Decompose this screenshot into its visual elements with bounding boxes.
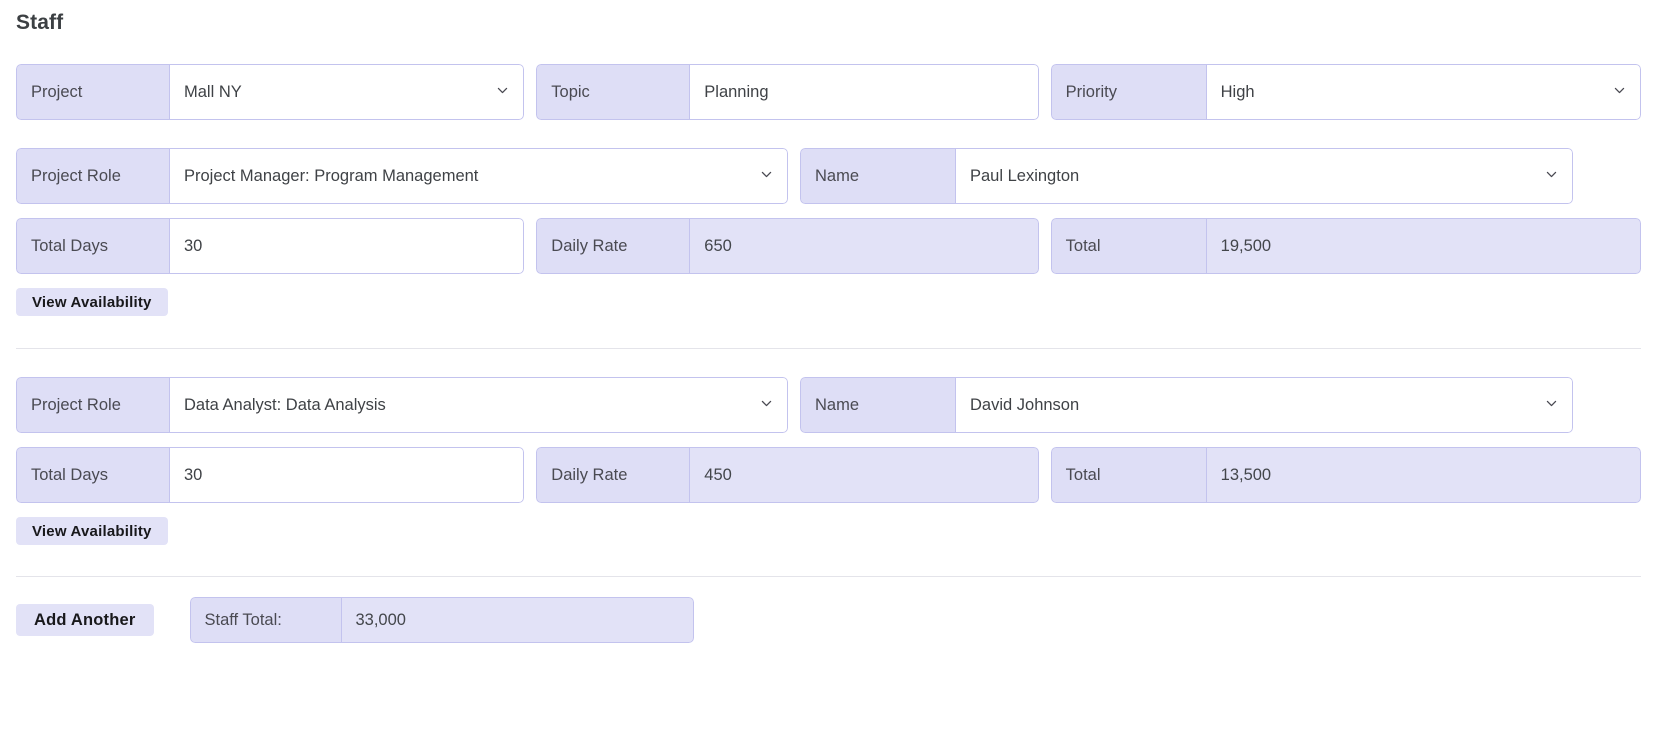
staff-total-label: Staff Total: bbox=[189, 597, 341, 643]
line-total-value-cell: 19,500 bbox=[1205, 218, 1641, 274]
topic-value: Planning bbox=[704, 82, 769, 101]
daily-rate-field: Daily Rate 650 bbox=[536, 218, 1039, 274]
line-total-label: Total bbox=[1050, 218, 1206, 274]
staff-name-select[interactable]: David Johnson bbox=[955, 377, 1573, 433]
add-another-button[interactable]: Add Another bbox=[16, 604, 154, 636]
topic-field[interactable]: Topic Planning bbox=[536, 64, 1039, 120]
line-total-field: Total 13,500 bbox=[1050, 447, 1641, 503]
project-role-field[interactable]: Project Role Data Analyst: Data Analysis bbox=[16, 377, 788, 433]
total-days-input[interactable]: 30 bbox=[169, 447, 525, 503]
staff-total-value: 33,000 bbox=[355, 610, 406, 629]
line-total-value-cell: 13,500 bbox=[1205, 447, 1641, 503]
project-select[interactable]: Mall NY bbox=[169, 64, 525, 120]
daily-rate-label: Daily Rate bbox=[536, 447, 690, 503]
line-total-label: Total bbox=[1050, 447, 1206, 503]
chevron-down-icon bbox=[760, 168, 773, 181]
priority-field[interactable]: Priority High bbox=[1050, 64, 1641, 120]
project-role-label: Project Role bbox=[16, 148, 169, 204]
staff-row-divider bbox=[16, 348, 1641, 349]
topic-label: Topic bbox=[536, 64, 690, 120]
staff-name-field[interactable]: Name Paul Lexington bbox=[800, 148, 1573, 204]
topic-input[interactable]: Planning bbox=[689, 64, 1039, 120]
daily-rate-value-cell: 450 bbox=[689, 447, 1039, 503]
view-availability-button[interactable]: View Availability bbox=[16, 517, 168, 545]
footer-divider bbox=[16, 576, 1641, 577]
chevron-down-icon bbox=[1613, 84, 1626, 97]
daily-rate-field: Daily Rate 450 bbox=[536, 447, 1039, 503]
daily-rate-label: Daily Rate bbox=[536, 218, 690, 274]
page-title: Staff bbox=[16, 11, 64, 34]
total-days-value: 30 bbox=[184, 465, 203, 484]
view-availability-button[interactable]: View Availability bbox=[16, 288, 168, 316]
staff-row-role-line: Project Role Project Manager: Program Ma… bbox=[16, 148, 1641, 204]
line-total-value: 13,500 bbox=[1220, 465, 1272, 484]
priority-label: Priority bbox=[1050, 64, 1206, 120]
staff-total-field: Staff Total: 33,000 bbox=[189, 597, 694, 643]
staff-name-value: David Johnson bbox=[970, 395, 1080, 414]
daily-rate-value: 450 bbox=[704, 465, 732, 484]
total-days-input[interactable]: 30 bbox=[169, 218, 525, 274]
daily-rate-value-cell: 650 bbox=[689, 218, 1039, 274]
staff-name-field[interactable]: Name David Johnson bbox=[800, 377, 1573, 433]
staff-total-value-cell: 33,000 bbox=[340, 597, 694, 643]
chevron-down-icon bbox=[1545, 397, 1558, 410]
header-fields-row: Project Mall NY Topic Planning Priority … bbox=[16, 64, 1641, 120]
priority-value: High bbox=[1220, 82, 1255, 101]
line-total-value: 19,500 bbox=[1220, 236, 1272, 255]
project-role-field[interactable]: Project Role Project Manager: Program Ma… bbox=[16, 148, 788, 204]
total-days-field[interactable]: Total Days 30 bbox=[16, 447, 525, 503]
project-role-value: Project Manager: Program Management bbox=[184, 166, 479, 185]
chevron-down-icon bbox=[1545, 168, 1558, 181]
project-field[interactable]: Project Mall NY bbox=[16, 64, 525, 120]
chevron-down-icon bbox=[760, 397, 773, 410]
staff-name-label: Name bbox=[800, 377, 955, 433]
priority-select[interactable]: High bbox=[1205, 64, 1641, 120]
line-total-field: Total 19,500 bbox=[1050, 218, 1641, 274]
project-value: Mall NY bbox=[184, 82, 242, 101]
project-role-value: Data Analyst: Data Analysis bbox=[184, 395, 386, 414]
total-days-label: Total Days bbox=[16, 218, 169, 274]
staff-row-numbers-line: Total Days 30 Daily Rate 650 Total 19,50… bbox=[16, 218, 1641, 274]
staff-row-role-line: Project Role Data Analyst: Data Analysis… bbox=[16, 377, 1641, 433]
chevron-down-icon bbox=[496, 84, 509, 97]
staff-form-page: Staff Project Mall NY Topic Planning Pri… bbox=[0, 0, 1657, 743]
project-role-select[interactable]: Data Analyst: Data Analysis bbox=[169, 377, 788, 433]
total-days-field[interactable]: Total Days 30 bbox=[16, 218, 525, 274]
staff-name-select[interactable]: Paul Lexington bbox=[955, 148, 1573, 204]
staff-name-value: Paul Lexington bbox=[970, 166, 1080, 185]
project-label: Project bbox=[16, 64, 169, 120]
footer-row: Add Another Staff Total: 33,000 bbox=[16, 597, 1641, 643]
total-days-label: Total Days bbox=[16, 447, 169, 503]
daily-rate-value: 650 bbox=[704, 236, 732, 255]
total-days-value: 30 bbox=[184, 236, 203, 255]
staff-name-label: Name bbox=[800, 148, 955, 204]
project-role-select[interactable]: Project Manager: Program Management bbox=[169, 148, 788, 204]
staff-row-numbers-line: Total Days 30 Daily Rate 450 Total 13,50… bbox=[16, 447, 1641, 503]
project-role-label: Project Role bbox=[16, 377, 169, 433]
